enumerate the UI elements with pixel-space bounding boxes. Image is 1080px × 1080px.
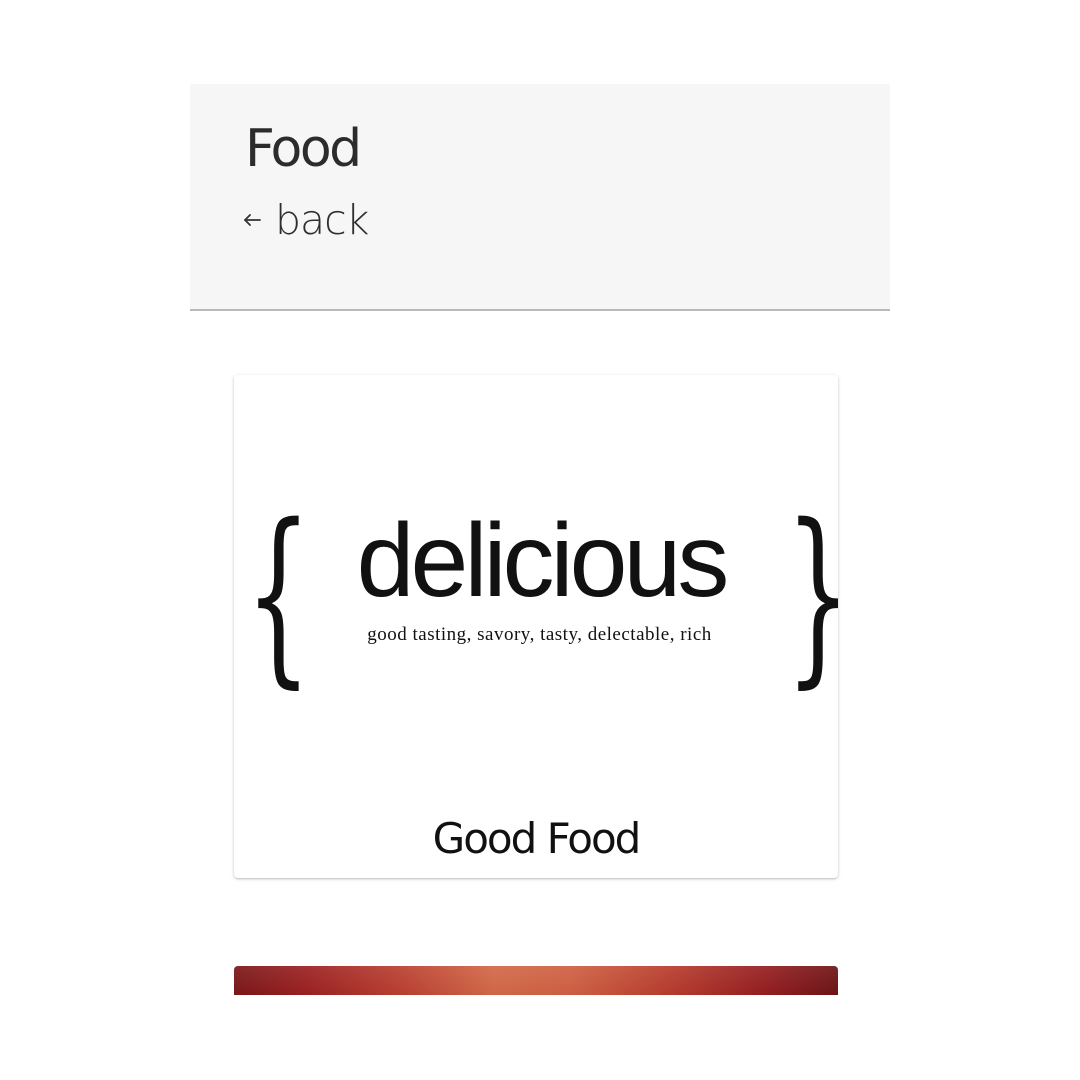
food-card[interactable]: { delicious } good tasting, savory, tast… <box>234 375 838 878</box>
page-title: Food <box>245 119 362 179</box>
food-page: Food back { delicious } good tasting, sa… <box>0 0 1080 1080</box>
card-title: Good Food <box>432 814 642 863</box>
delicious-logo-image: { delicious } good tasting, savory, tast… <box>234 375 838 790</box>
page-header: Food back <box>190 84 890 311</box>
arrow-left-icon <box>240 208 264 232</box>
back-label: back <box>275 196 369 244</box>
delicious-word: delicious <box>356 503 730 619</box>
left-brace: { <box>245 484 312 705</box>
next-food-card-image[interactable] <box>234 966 838 995</box>
delicious-definition: good tasting, savory, tasty, delectable,… <box>367 624 712 645</box>
right-brace: } <box>785 500 838 690</box>
back-link[interactable]: back <box>240 192 369 248</box>
